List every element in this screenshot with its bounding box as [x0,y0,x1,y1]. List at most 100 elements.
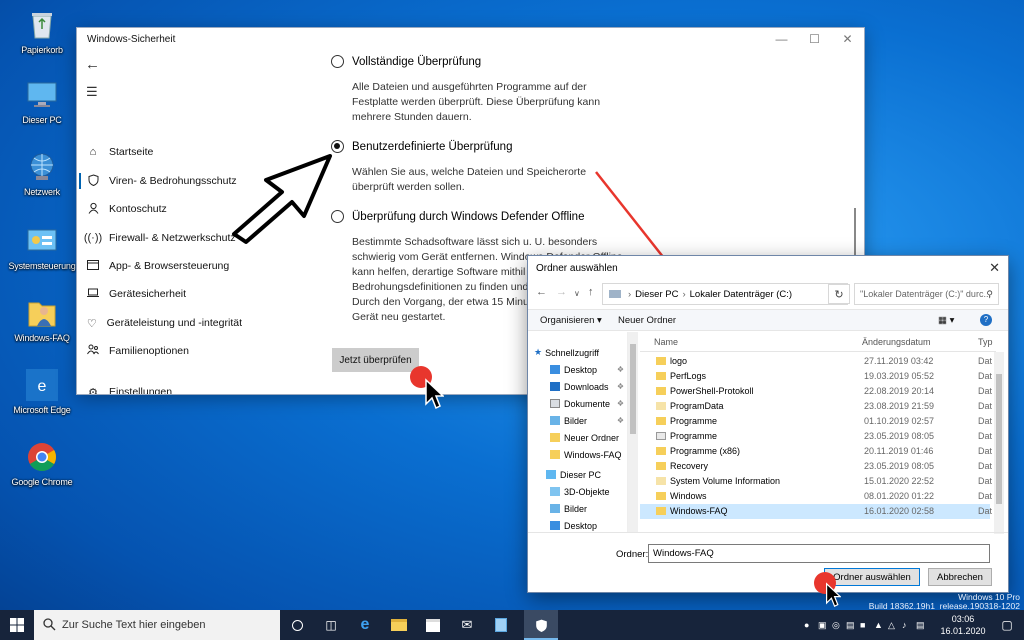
nav-item-device-performance[interactable]: ♡ Geräteleistung und -integrität [77,312,242,334]
desktop-icon-network[interactable]: Netzwerk [8,150,76,197]
window-titlebar[interactable]: Windows-Sicherheit — ☐ ✕ [77,28,864,50]
close-button[interactable]: ✕ [831,28,864,50]
drive-icon [609,290,621,298]
help-icon[interactable]: ? [980,314,992,326]
minimize-button[interactable]: — [765,28,798,50]
list-item[interactable]: PerfLogs 19.03.2019 05:52 Dat [640,369,992,384]
taskbar-security-button[interactable] [524,610,558,640]
clock-time: 03:06 [951,614,975,624]
column-header-name[interactable]: Name [654,337,678,347]
nav-item-label: Gerätesicherheit [109,288,187,300]
nav-item-family[interactable]: Familienoptionen [77,340,242,362]
nav-item-virus-protection[interactable]: Viren- & Bedrohungsschutz [77,170,242,192]
taskbar-mail-button[interactable]: ✉ [450,610,484,640]
option-description: Alle Dateien und ausgeführten Programme … [352,81,601,123]
list-item[interactable]: Recovery 23.05.2019 08:05 Dat [640,459,992,474]
column-header-date[interactable]: Änderungsdatum [862,337,931,347]
tray-icon[interactable]: ▤ [846,620,860,631]
tray-icon[interactable]: △ [888,620,902,631]
tray-icon[interactable]: ◎ [832,620,846,631]
taskbar-search-input[interactable]: Zur Suche Text hier eingeben [34,610,280,640]
nav-item-app-browser[interactable]: App- & Browsersteuerung [77,255,242,277]
nav-item-settings[interactable]: ⚙ Einstellungen [77,381,242,394]
recent-dropdown-icon[interactable]: ∨ [574,289,580,298]
option-offline-scan[interactable]: Überprüfung durch Windows Defender Offli… [331,210,584,223]
option-full-scan[interactable]: Vollständige Überprüfung [331,55,481,68]
chrome-icon [25,440,59,474]
task-view-button[interactable]: ◫ [314,610,348,640]
hamburger-menu-icon[interactable]: ☰ [86,84,98,100]
tray-icon[interactable]: ● [804,620,818,630]
cancel-button[interactable]: Abbrechen [928,568,992,586]
maximize-button[interactable]: ☐ [798,28,831,50]
list-item[interactable]: ProgramData 23.08.2019 21:59 Dat [640,399,992,414]
this-pc-icon [25,78,59,112]
view-options-icon[interactable]: ▦ ▾ [938,315,954,326]
tray-icon[interactable]: ■ [860,620,874,630]
breadcrumb-item[interactable]: Dieser PC [635,289,678,300]
desktop-icon-control-panel[interactable]: Systemsteuerung [8,224,76,271]
clock[interactable]: 03:06 16.01.2020 [938,613,988,637]
list-item[interactable]: PowerShell-Protokoll 22.08.2019 20:14 Dat [640,384,992,399]
radio-full-scan[interactable] [331,55,344,68]
nav-item-label: Kontoschutz [109,203,167,215]
nav-item-account-protection[interactable]: Kontoschutz [77,198,242,220]
network-icon[interactable]: ▤ [916,620,930,631]
search-input[interactable]: "Lokaler Datenträger (C:)" durc... ⚲ [854,283,999,305]
nav-item-firewall[interactable]: ((·)) Firewall- & Netzwerkschutz [77,227,242,249]
back-arrow-icon[interactable]: ← [85,56,100,73]
tray-icon[interactable]: ▲ [874,620,888,630]
dialog-close-icon[interactable]: ✕ [989,260,1000,276]
desktop-icon-edge[interactable]: e Microsoft Edge [8,368,76,415]
nav-item-label: Geräteleistung und -integrität [106,317,242,329]
cortana-button[interactable] [280,610,314,640]
list-item[interactable]: Programme 01.10.2019 02:57 Dat [640,414,992,429]
taskbar-store-button[interactable] [416,610,450,640]
new-folder-button[interactable]: Neuer Ordner [618,315,676,326]
list-item-selected[interactable]: Windows-FAQ 16.01.2020 02:58 Dat [640,504,992,519]
back-arrow-icon[interactable]: ← [536,286,547,298]
desktop-icon-windows-faq[interactable]: Windows-FAQ [8,296,76,343]
list-item[interactable]: Programme 23.05.2019 08:05 Dat [640,429,992,444]
column-header-type[interactable]: Typ [978,337,993,347]
scan-now-button[interactable]: Jetzt überprüfen [332,348,419,372]
desktop-icon-chrome[interactable]: Google Chrome [8,440,76,487]
tree-scrollbar[interactable] [628,332,638,532]
desktop-icon-this-pc[interactable]: Dieser PC [8,78,76,125]
refresh-button[interactable]: ↻ [828,284,850,304]
folder-label: Ordner: [616,549,649,560]
volume-icon[interactable]: ♪ [902,620,916,630]
search-placeholder: "Lokaler Datenträger (C:)" durc... [860,289,991,299]
notifications-button[interactable]: ▢ [990,610,1024,640]
list-scrollbar[interactable] [994,352,1004,534]
folder-icon [656,417,666,425]
address-bar[interactable]: › Dieser PC › Lokaler Datenträger (C:) [602,283,848,305]
taskbar-notepad-button[interactable] [484,610,518,640]
list-item[interactable]: Windows 08.01.2020 01:22 Dat [640,489,992,504]
folder-input[interactable]: Windows-FAQ [648,544,990,563]
tray-icon[interactable]: ▣ [818,620,832,631]
breadcrumb-item[interactable]: Lokaler Datenträger (C:) [690,289,792,300]
desktop-icon-label: Windows-FAQ [14,333,70,343]
taskbar-edge-button[interactable]: e [348,610,382,640]
tree-item-quick-access[interactable]: ★ Schnellzugriff [534,344,634,361]
folder-icon [656,372,666,380]
folder-icon [550,433,560,442]
laptop-icon [77,288,109,301]
folder-icon [656,357,666,365]
nav-item-device-security[interactable]: Gerätesicherheit [77,283,242,305]
list-item[interactable]: Programme (x86) 20.11.2019 01:46 Dat [640,444,992,459]
start-button[interactable] [0,610,34,640]
list-item[interactable]: System Volume Information 15.01.2020 22:5… [640,474,992,489]
list-item[interactable]: logo 27.11.2019 03:42 Dat [640,354,992,369]
option-custom-scan[interactable]: Benutzerdefinierte Überprüfung [331,140,512,153]
forward-arrow-icon[interactable]: → [556,286,567,298]
up-arrow-icon[interactable]: ↑ [588,286,594,298]
shield-icon [77,173,109,189]
nav-item-home[interactable]: ⌂ Startseite [77,141,242,163]
organize-menu[interactable]: Organisieren ▾ [540,315,602,326]
taskbar-explorer-button[interactable] [382,610,416,640]
desktop-icon-recycle-bin[interactable]: Papierkorb [8,8,76,55]
pc-icon [546,470,556,479]
pin-icon: ❖ [616,399,624,408]
